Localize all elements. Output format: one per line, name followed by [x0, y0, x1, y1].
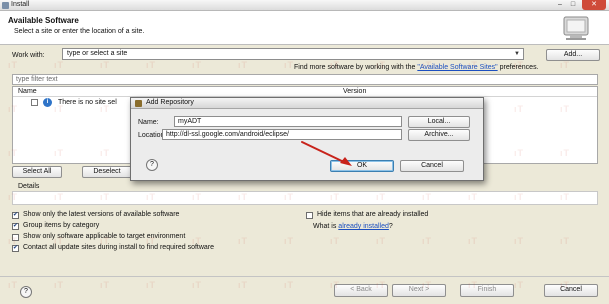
- watermark-mark: ıT: [284, 280, 294, 290]
- location-field[interactable]: http://dl-ssl.google.com/android/eclipse…: [162, 129, 402, 140]
- column-header-version[interactable]: Version: [343, 88, 366, 95]
- window-title: Install: [11, 1, 30, 8]
- info-icon: i: [43, 98, 52, 107]
- details-box: [12, 191, 598, 205]
- local-button[interactable]: Local...: [408, 116, 470, 128]
- watermark-mark: ıT: [146, 280, 156, 290]
- select-all-button[interactable]: Select All: [12, 166, 62, 178]
- watermark-mark: ıT: [8, 60, 18, 70]
- page-subtitle: Select a site or enter the location of a…: [14, 28, 145, 35]
- option-label: Group items by category: [23, 222, 100, 229]
- app-icon: [2, 2, 9, 9]
- cancel-button[interactable]: Cancel: [544, 284, 598, 297]
- watermark-mark: ıT: [8, 280, 18, 290]
- watermark-mark: ıT: [422, 236, 432, 246]
- site-combobox-value: type or select a site: [67, 50, 128, 57]
- watermark-mark: ıT: [560, 60, 570, 70]
- watermark-mark: ıT: [100, 60, 110, 70]
- checkbox-checked[interactable]: ✔: [12, 223, 19, 230]
- watermark-mark: ıT: [54, 60, 64, 70]
- minimize-icon[interactable]: –: [556, 1, 564, 9]
- column-header-name[interactable]: Name: [18, 88, 37, 95]
- close-icon[interactable]: ✕: [582, 0, 606, 10]
- name-label: Name:: [138, 119, 159, 126]
- available-software-sites-link[interactable]: "Available Software Sites": [417, 64, 497, 71]
- watermark-mark: ıT: [146, 60, 156, 70]
- dialog-help-icon[interactable]: ?: [146, 159, 158, 171]
- work-with-label: Work with:: [12, 52, 45, 59]
- name-field[interactable]: myADT: [174, 116, 402, 127]
- watermark-mark: ıT: [238, 280, 248, 290]
- option-label: Show only the latest versions of availab…: [23, 211, 180, 218]
- row-checkbox[interactable]: [31, 99, 38, 106]
- install-wizard-icon: [563, 16, 589, 40]
- dialog-cancel-button[interactable]: Cancel: [400, 160, 464, 172]
- watermark-mark: ıT: [54, 280, 64, 290]
- repository-icon: [135, 100, 142, 107]
- watermark-mark: ıT: [284, 236, 294, 246]
- find-more-prefix: Find more software by working with the: [294, 64, 418, 71]
- checkbox-checked[interactable]: ✔: [12, 212, 19, 219]
- watermark-mark: ıT: [514, 236, 524, 246]
- maximize-icon[interactable]: □: [569, 1, 577, 9]
- find-more-text: Find more software by working with the "…: [294, 64, 539, 71]
- ok-button[interactable]: OK: [330, 160, 394, 172]
- details-label: Details: [18, 183, 40, 190]
- deselect-all-button[interactable]: Deselect: [82, 166, 132, 178]
- finish-button[interactable]: Finish: [460, 284, 514, 297]
- filter-input[interactable]: type filter text: [12, 74, 598, 85]
- archive-button[interactable]: Archive...: [408, 129, 470, 141]
- watermark-mark: ıT: [192, 60, 202, 70]
- footer-divider: [0, 276, 609, 277]
- watermark-mark: ıT: [192, 280, 202, 290]
- watermark-mark: ıT: [100, 280, 110, 290]
- help-icon[interactable]: ?: [20, 286, 32, 298]
- checkbox-checked[interactable]: ✔: [12, 245, 19, 252]
- watermark-mark: ıT: [238, 60, 248, 70]
- add-site-button[interactable]: Add...: [546, 49, 600, 61]
- site-combobox[interactable]: type or select a site ▼: [62, 48, 524, 60]
- watermark-mark: ıT: [376, 236, 386, 246]
- option-label: Contact all update sites during install …: [23, 244, 215, 251]
- watermark-mark: ıT: [238, 236, 248, 246]
- page-title: Available Software: [8, 16, 79, 25]
- what-installed-text: What is already installed?: [313, 223, 393, 230]
- dialog-title: Add Repository: [146, 99, 194, 106]
- watermark-mark: ıT: [330, 236, 340, 246]
- watermark-mark: ıT: [284, 60, 294, 70]
- next-button[interactable]: Next >: [392, 284, 446, 297]
- already-installed-link[interactable]: already installed: [338, 223, 389, 230]
- option-label: Show only software applicable to target …: [23, 233, 186, 240]
- table-row-text: There is no site sel: [58, 99, 117, 106]
- watermark-mark: ıT: [514, 280, 524, 290]
- find-more-suffix: preferences.: [497, 64, 539, 71]
- watermark-mark: ıT: [560, 236, 570, 246]
- what-installed-prefix: What is: [313, 223, 339, 230]
- option-label: Hide items that are already installed: [317, 211, 429, 218]
- checkbox-unchecked[interactable]: [306, 212, 313, 219]
- window-titlebar: [0, 0, 609, 11]
- what-installed-suffix: ?: [388, 223, 393, 230]
- back-button[interactable]: < Back: [334, 284, 388, 297]
- watermark-mark: ıT: [468, 236, 478, 246]
- checkbox-unchecked[interactable]: [12, 234, 19, 241]
- chevron-down-icon[interactable]: ▼: [513, 50, 521, 58]
